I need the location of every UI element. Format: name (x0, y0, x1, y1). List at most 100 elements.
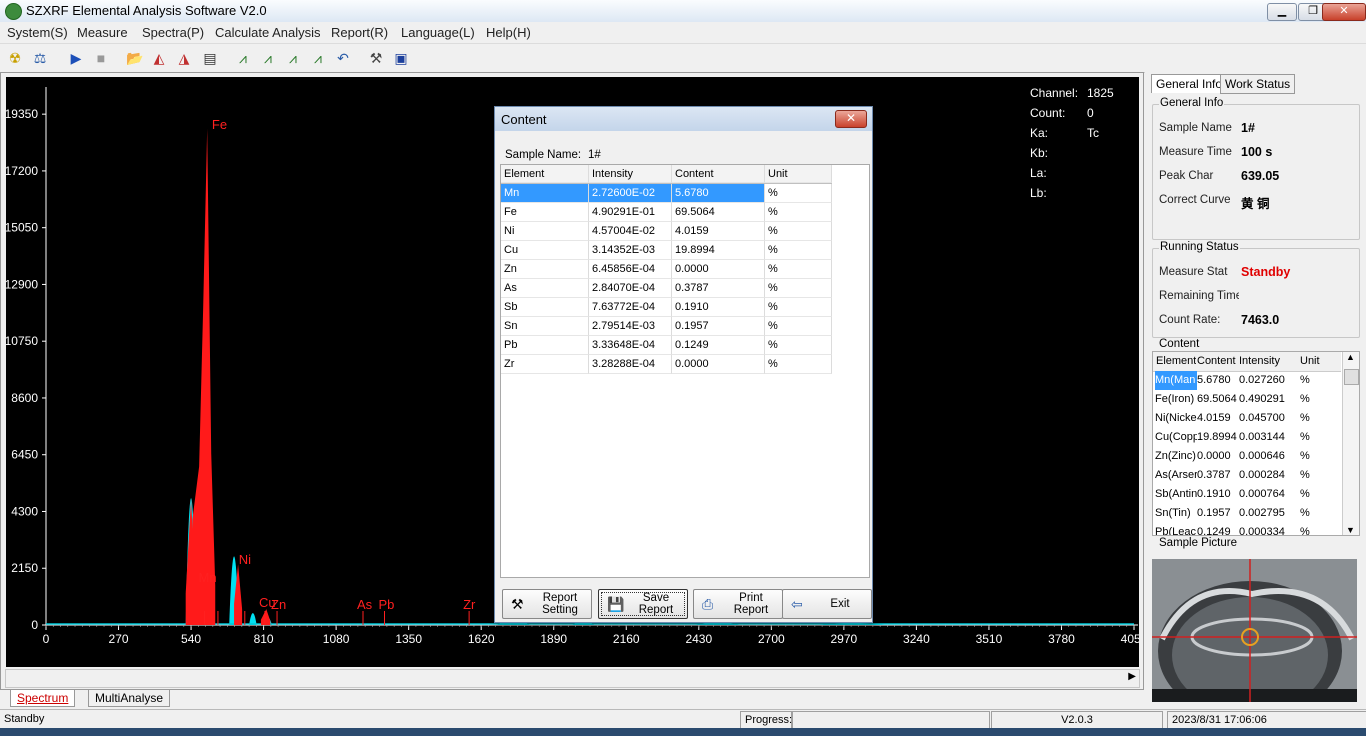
save-report-button[interactable]: 💾 Save Report (598, 589, 688, 619)
tab-work-status[interactable]: Work Status (1220, 74, 1296, 94)
y-tick-label: 6450 (11, 448, 38, 462)
menu-spectra[interactable]: Spectra(P) (142, 25, 204, 40)
dialog-table-row[interactable]: Mn 2.72600E-02 5.6780% (501, 184, 832, 203)
horizontal-scrollbar[interactable]: ▶ (5, 669, 1140, 688)
minimize-button[interactable]: ▁ (1267, 3, 1297, 21)
y-tick-label: 10750 (6, 334, 38, 348)
content-table-cell: Fe(Iron) (1155, 393, 1195, 405)
content-table-scrollbar[interactable]: ▲ ▼ (1342, 352, 1359, 535)
content-table-cell: Mn(Man (1155, 371, 1197, 390)
version-text: V2.0.3 (991, 711, 1163, 729)
hammer-icon[interactable]: ⚒ (367, 49, 385, 67)
tab-general-info[interactable]: General Info (1151, 74, 1228, 93)
remaining-time-label: Remaining Time (1159, 290, 1239, 302)
app-icon (5, 3, 22, 20)
correct-curve-value: 黄 铜 (1241, 197, 1270, 211)
spectrum-open-icon[interactable]: ◭ (150, 49, 168, 67)
window-title: SZXRF Elemental Analysis Software V2.0 (26, 3, 267, 18)
dialog-table-cell: % (765, 355, 832, 374)
peak-tool-1-icon[interactable]: ⩘ (234, 49, 252, 67)
content-dialog: Content ✕ Sample Name: 1# Element Intens… (494, 106, 873, 623)
report-setting-button[interactable]: ⚒ Report Setting (502, 589, 592, 619)
dialog-close-button[interactable]: ✕ (835, 110, 867, 128)
open-folder-icon[interactable]: 📂 (126, 49, 144, 67)
content-table-cell: 0.002795 (1239, 507, 1285, 519)
dialog-table-row[interactable]: Cu 3.14352E-03 19.8994% (501, 241, 832, 260)
window-icon[interactable]: ▣ (392, 49, 410, 67)
dialog-table-cell: % (765, 279, 832, 298)
menu-help[interactable]: Help(H) (486, 25, 531, 40)
menu-measure[interactable]: Measure (77, 25, 128, 40)
menu-calculate-analysis[interactable]: Calculate Analysis (215, 25, 321, 40)
content-table-row[interactable]: Sn(Tin) 0.1957 0.002795% (1153, 504, 1341, 523)
x-tick-label: 0 (43, 632, 50, 646)
content-table-cell: % (1300, 374, 1310, 386)
content-table-cell: Zn(Zinc) (1155, 450, 1196, 462)
dialog-table-row[interactable]: Pb 3.33648E-04 0.1249% (501, 336, 832, 355)
content-table-row[interactable]: Zn(Zinc) 0.0000 0.000646% (1153, 447, 1341, 466)
status-text: Standby (0, 711, 738, 727)
scroll-thumb[interactable] (1344, 369, 1359, 385)
dialog-table-row[interactable]: Ni 4.57004E-02 4.0159% (501, 222, 832, 241)
close-button[interactable]: ✕ (1322, 3, 1366, 21)
dialog-content-table: Element Intensity Content Unit Mn 2.72600… (500, 164, 870, 578)
dialog-table-cell: 0.1249 (672, 336, 765, 355)
count-rate-label: Count Rate: (1159, 314, 1221, 326)
dialog-table-row[interactable]: Zn 6.45856E-04 0.0000% (501, 260, 832, 279)
content-table-cell: Cu(Copp (1155, 431, 1197, 443)
dialog-table-cell: 69.5064 (672, 203, 765, 222)
x-tick-label: 1080 (323, 632, 350, 646)
tab-spectrum[interactable]: Spectrum (10, 690, 76, 707)
calibrate-icon[interactable]: ⚖ (31, 49, 49, 67)
dialog-table-row[interactable]: Sn 2.79514E-03 0.1957% (501, 317, 832, 336)
content-table-cell: 0.000284 (1239, 469, 1285, 481)
dialog-table-cell: 0.3787 (672, 279, 765, 298)
dialog-table-cell: 0.0000 (672, 355, 765, 374)
element-marker-label: As (357, 597, 373, 612)
datetime-text: 2023/8/31 17:06:06 (1167, 711, 1366, 729)
start-measure-icon[interactable]: ▶ (67, 49, 85, 67)
peak-tool-2-icon[interactable]: ⩘ (259, 49, 277, 67)
save-icon: 💾 (607, 596, 625, 612)
content-table-row[interactable]: As(Arser 0.3787 0.000284% (1153, 466, 1341, 485)
content-table-row[interactable]: Mn(Man 5.6780 0.027260% (1153, 371, 1341, 390)
content-table-cell: 0.3787 (1197, 469, 1231, 481)
dialog-table-cell: 0.1957 (672, 317, 765, 336)
y-tick-label: 12900 (6, 277, 38, 291)
document-icon[interactable]: ▤ (201, 49, 219, 67)
exit-button[interactable]: ⇦ Exit (782, 589, 872, 619)
dialog-table-row[interactable]: Zr 3.28288E-04 0.0000% (501, 355, 832, 374)
peak-tool-3-icon[interactable]: ⩘ (284, 49, 302, 67)
scroll-up-icon[interactable]: ▲ (1346, 352, 1355, 362)
menu-language[interactable]: Language(L) (401, 25, 475, 40)
print-report-button[interactable]: ⎙ Print Report (693, 589, 783, 619)
dialog-table-row[interactable]: As 2.84070E-04 0.3787% (501, 279, 832, 298)
radiation-icon[interactable]: ☢ (6, 49, 24, 67)
scroll-down-icon[interactable]: ▼ (1346, 525, 1355, 535)
content-table-row[interactable]: Ni(Nicke 4.0159 0.045700% (1153, 409, 1341, 428)
dialog-table-row[interactable]: Fe 4.90291E-01 69.5064% (501, 203, 832, 222)
peak-tool-4-icon[interactable]: ⩘ (309, 49, 327, 67)
dialog-table-row[interactable]: Sb 7.63772E-04 0.1910% (501, 298, 832, 317)
dialog-table-cell: Mn (501, 184, 589, 203)
undo-icon[interactable]: ↶ (334, 49, 352, 67)
sample-camera-image (1152, 559, 1357, 702)
content-table-row[interactable]: Sb(Antin 0.1910 0.000764% (1153, 485, 1341, 504)
spectrum-info-value: 0 (1087, 106, 1094, 120)
hammer-icon: ⚒ (511, 596, 524, 612)
content-title: Content (1158, 338, 1201, 350)
dialog-table-cell: 2.84070E-04 (589, 279, 672, 298)
scroll-right-icon[interactable]: ▶ (1128, 671, 1136, 682)
content-table-row[interactable]: Fe(Iron) 69.5064 0.490291% (1153, 390, 1341, 409)
dialog-table-cell: 0.0000 (672, 260, 765, 279)
content-table-row[interactable]: Cu(Copp 19.8994 0.003144% (1153, 428, 1341, 447)
menu-system[interactable]: System(S) (7, 25, 68, 40)
element-marker-label: Zr (463, 597, 476, 612)
stop-measure-icon[interactable]: ■ (92, 49, 110, 67)
content-table-cell: 0.003144 (1239, 431, 1285, 443)
spectrum-compare-icon[interactable]: ◮ (175, 49, 193, 67)
content-table: Element Content Intensity Unit Mn(Man 5.6… (1152, 351, 1360, 536)
content-table-row[interactable]: Pb(Leac 0.1249 0.000334% (1153, 523, 1341, 535)
tab-multianalyse[interactable]: MultiAnalyse (88, 690, 171, 707)
menu-report[interactable]: Report(R) (331, 25, 388, 40)
